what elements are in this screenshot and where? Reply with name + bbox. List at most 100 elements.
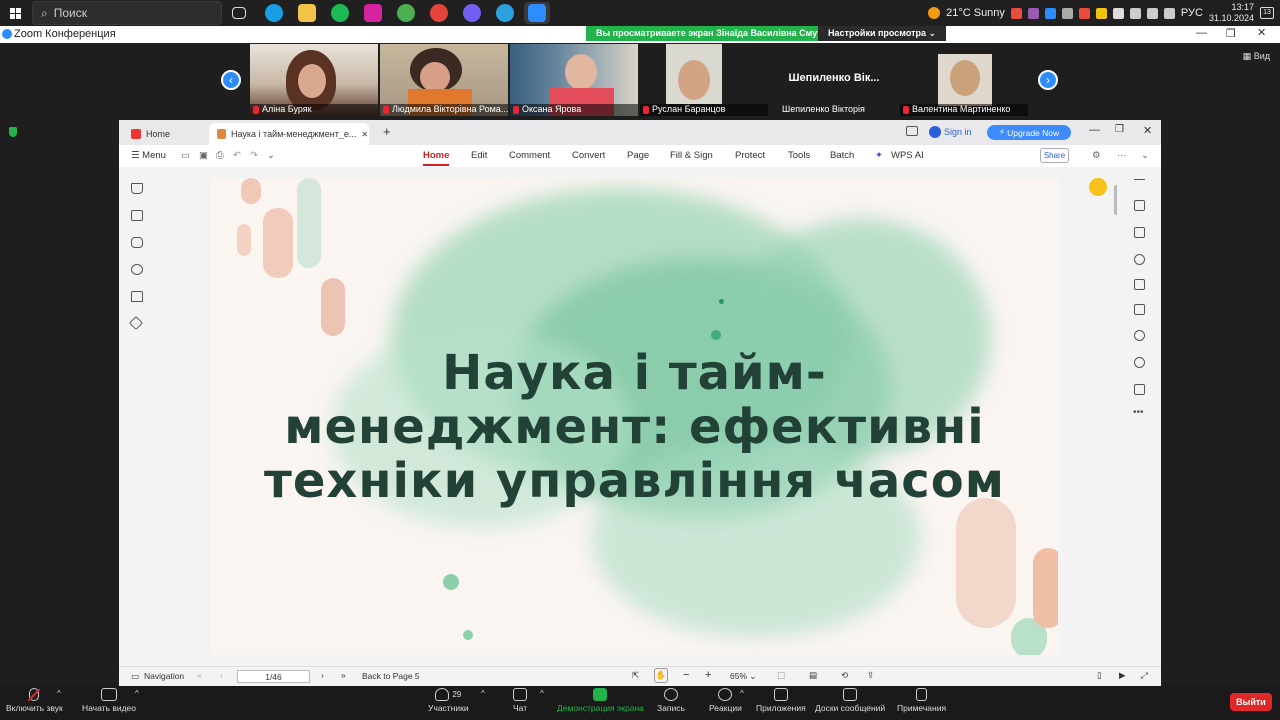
leave-meeting-button[interactable]: Выйти [1230, 693, 1272, 711]
chevron-down-icon[interactable]: ⌄ [267, 150, 275, 161]
zoom-out-icon[interactable]: − [683, 669, 689, 681]
wifi-icon[interactable] [1129, 7, 1141, 19]
restore-icon[interactable]: ❐ [1115, 124, 1124, 135]
edge-icon[interactable] [265, 3, 283, 23]
signature-icon[interactable] [131, 291, 143, 302]
tray-app-icon[interactable] [1027, 7, 1039, 19]
participant-video[interactable]: Оксана Ярова [510, 44, 638, 116]
collapse-ribbon-icon[interactable]: ⌄ [1141, 150, 1149, 161]
language-indicator[interactable]: РУС [1181, 7, 1203, 19]
minimize-icon[interactable]: — [1089, 124, 1100, 136]
close-tab-icon[interactable]: ✕ [361, 130, 368, 139]
next-participants-button[interactable]: › [1038, 70, 1058, 90]
tab-edit[interactable]: Edit [471, 150, 487, 161]
record-button[interactable]: Запись [657, 688, 685, 713]
annotate-pen-button[interactable] [1089, 178, 1107, 196]
sign-in-button[interactable]: Sign in [929, 126, 972, 138]
maximize-icon[interactable]: ❐ [1226, 27, 1236, 40]
share-button[interactable]: Share [1040, 148, 1069, 163]
chrome-profile-icon[interactable] [430, 3, 448, 23]
tab-batch[interactable]: Batch [830, 150, 854, 161]
tray-app-icon[interactable] [1061, 7, 1073, 19]
thumbnails-icon[interactable] [131, 210, 143, 221]
tab-tools[interactable]: Tools [788, 150, 810, 161]
viber-icon[interactable] [463, 3, 481, 23]
window-count-icon[interactable] [906, 126, 918, 136]
notes-button[interactable]: Примечания [897, 688, 946, 713]
search-icon[interactable] [1134, 330, 1145, 341]
unmute-button[interactable]: Включить звук [6, 688, 63, 713]
help-icon[interactable] [1134, 357, 1145, 368]
prev-page-icon[interactable]: ‹ [220, 670, 223, 680]
chat-button[interactable]: Чат [513, 688, 527, 713]
edit-icon[interactable] [1134, 200, 1145, 211]
zoom-in-icon[interactable]: + [705, 669, 711, 681]
participant-video[interactable]: Руслан Баранцов [640, 44, 768, 116]
tab-comment[interactable]: Comment [509, 150, 550, 161]
tray-app-icon[interactable] [1095, 7, 1107, 19]
undo-icon[interactable]: ↶ [233, 150, 241, 161]
weather-text[interactable]: 21°C Sunny [946, 7, 1005, 19]
prev-participants-button[interactable]: ‹ [221, 70, 241, 90]
share-screen-button[interactable]: Демонстрация экрана [557, 688, 644, 713]
more-icon[interactable]: ••• [1133, 407, 1144, 418]
zoom-level-select[interactable]: 65% ⌄ [730, 671, 757, 682]
layers-icon[interactable] [128, 315, 144, 331]
tab-home[interactable]: Home [123, 123, 207, 145]
participant-video[interactable]: Людмила Вікторівна Рома... [380, 44, 508, 116]
telegram-icon[interactable] [496, 3, 514, 23]
navigation-button[interactable]: Navigation [144, 671, 184, 681]
tab-document[interactable]: Наука і тайм-менеджмент_е... ✕ [209, 123, 369, 145]
first-page-icon[interactable]: « [197, 670, 202, 680]
start-video-button[interactable]: Начать видео [82, 688, 136, 713]
reactions-button[interactable]: Реакции [709, 688, 742, 713]
tab-convert[interactable]: Convert [572, 150, 605, 161]
tray-zoom-icon[interactable] [1044, 7, 1056, 19]
participant-video[interactable]: Аліна Буряк [250, 44, 378, 116]
windows-start-icon[interactable] [10, 3, 21, 23]
play-icon[interactable]: ▶ [1119, 670, 1126, 681]
stamp-icon[interactable] [1134, 304, 1145, 315]
battery-icon[interactable] [1163, 7, 1175, 19]
feedback-icon[interactable] [1134, 384, 1145, 395]
page-number-input[interactable]: 1/46 [237, 670, 310, 683]
settings-gear-icon[interactable]: ⚙ [1092, 150, 1101, 161]
list-icon[interactable] [1134, 279, 1145, 290]
chrome-icon[interactable] [397, 3, 415, 23]
reactions-options-chevron-icon[interactable]: ^ [740, 689, 744, 698]
tray-app-icon[interactable] [1010, 7, 1022, 19]
volume-icon[interactable] [1146, 7, 1158, 19]
rotate-icon[interactable]: ⟲ [841, 670, 848, 681]
view-settings-dropdown[interactable]: Настройки просмотра ⌄ [818, 26, 947, 41]
participant-video[interactable]: Валентина Мартиненко [900, 44, 1028, 116]
redo-icon[interactable]: ↷ [250, 150, 258, 161]
tray-chevron-icon[interactable] [1112, 7, 1124, 19]
zoom-taskbar-icon[interactable] [524, 2, 550, 24]
security-shield-icon[interactable] [9, 127, 17, 137]
new-tab-icon[interactable]: + [383, 124, 391, 139]
fullscreen-icon[interactable]: ⤢ [1141, 670, 1148, 681]
next-page-icon[interactable]: › [321, 670, 324, 680]
view-button[interactable]: ▦ Вид [1243, 51, 1270, 62]
spotify-icon[interactable] [331, 3, 349, 23]
upgrade-now-button[interactable]: ⚡ Upgrade Now [987, 125, 1071, 140]
tab-page[interactable]: Page [627, 150, 649, 161]
participants-options-chevron-icon[interactable]: ^ [481, 689, 485, 698]
hand-tool-icon[interactable]: ✋ [654, 668, 668, 683]
task-view-icon[interactable] [232, 3, 246, 23]
menu-button[interactable]: ☰ Menu [131, 150, 166, 161]
audio-options-chevron-icon[interactable]: ^ [57, 689, 61, 698]
taskbar-search-input[interactable]: ⌕ Поиск [32, 1, 222, 25]
chat-options-chevron-icon[interactable]: ^ [540, 689, 544, 698]
back-to-page-link[interactable]: Back to Page 5 [362, 671, 420, 681]
minimize-icon[interactable]: — [1196, 27, 1207, 39]
file-explorer-icon[interactable] [298, 3, 316, 23]
more-options-icon[interactable]: ··· [1117, 150, 1127, 161]
tab-wps-ai[interactable]: WPS AI [891, 150, 924, 161]
attachment-icon[interactable] [131, 264, 143, 275]
tab-protect[interactable]: Protect [735, 150, 765, 161]
tab-fill-sign[interactable]: Fill & Sign [670, 150, 713, 161]
whiteboards-button[interactable]: Доски сообщений [815, 688, 885, 713]
comment-icon[interactable] [131, 237, 143, 248]
bookmark-icon[interactable] [131, 183, 143, 194]
